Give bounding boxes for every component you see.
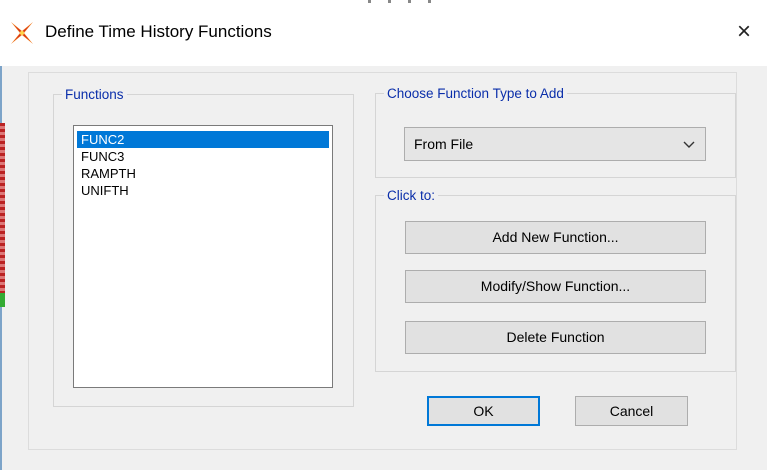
function-type-group-label: Choose Function Type to Add (387, 86, 564, 101)
ok-button[interactable]: OK (427, 396, 540, 426)
close-button[interactable]: × (721, 14, 767, 50)
list-item[interactable]: RAMPTH (77, 165, 329, 182)
list-item[interactable]: FUNC2 (77, 131, 329, 148)
background-window-strip (0, 123, 5, 293)
functions-group-label: Functions (65, 87, 124, 102)
list-item[interactable]: FUNC3 (77, 148, 329, 165)
delete-function-button[interactable]: Delete Function (405, 321, 706, 354)
cancel-button[interactable]: Cancel (575, 396, 688, 426)
function-type-select[interactable]: From File (404, 127, 706, 161)
modify-show-function-button[interactable]: Modify/Show Function... (405, 270, 706, 303)
functions-list[interactable]: FUNC2 FUNC3 RAMPTH UNIFTH (73, 125, 333, 388)
function-type-selected-value: From File (414, 136, 474, 152)
app-logo-icon (11, 22, 33, 44)
list-item[interactable]: UNIFTH (77, 182, 329, 199)
close-icon: × (736, 18, 751, 45)
background-window-marker (0, 293, 5, 307)
chevron-down-icon (683, 141, 695, 148)
background-tick-marks (360, 0, 450, 3)
title-bar: Define Time History Functions × (0, 0, 767, 66)
window-title: Define Time History Functions (45, 22, 272, 41)
add-new-function-button[interactable]: Add New Function... (405, 221, 706, 254)
click-to-group-label: Click to: (387, 188, 436, 203)
